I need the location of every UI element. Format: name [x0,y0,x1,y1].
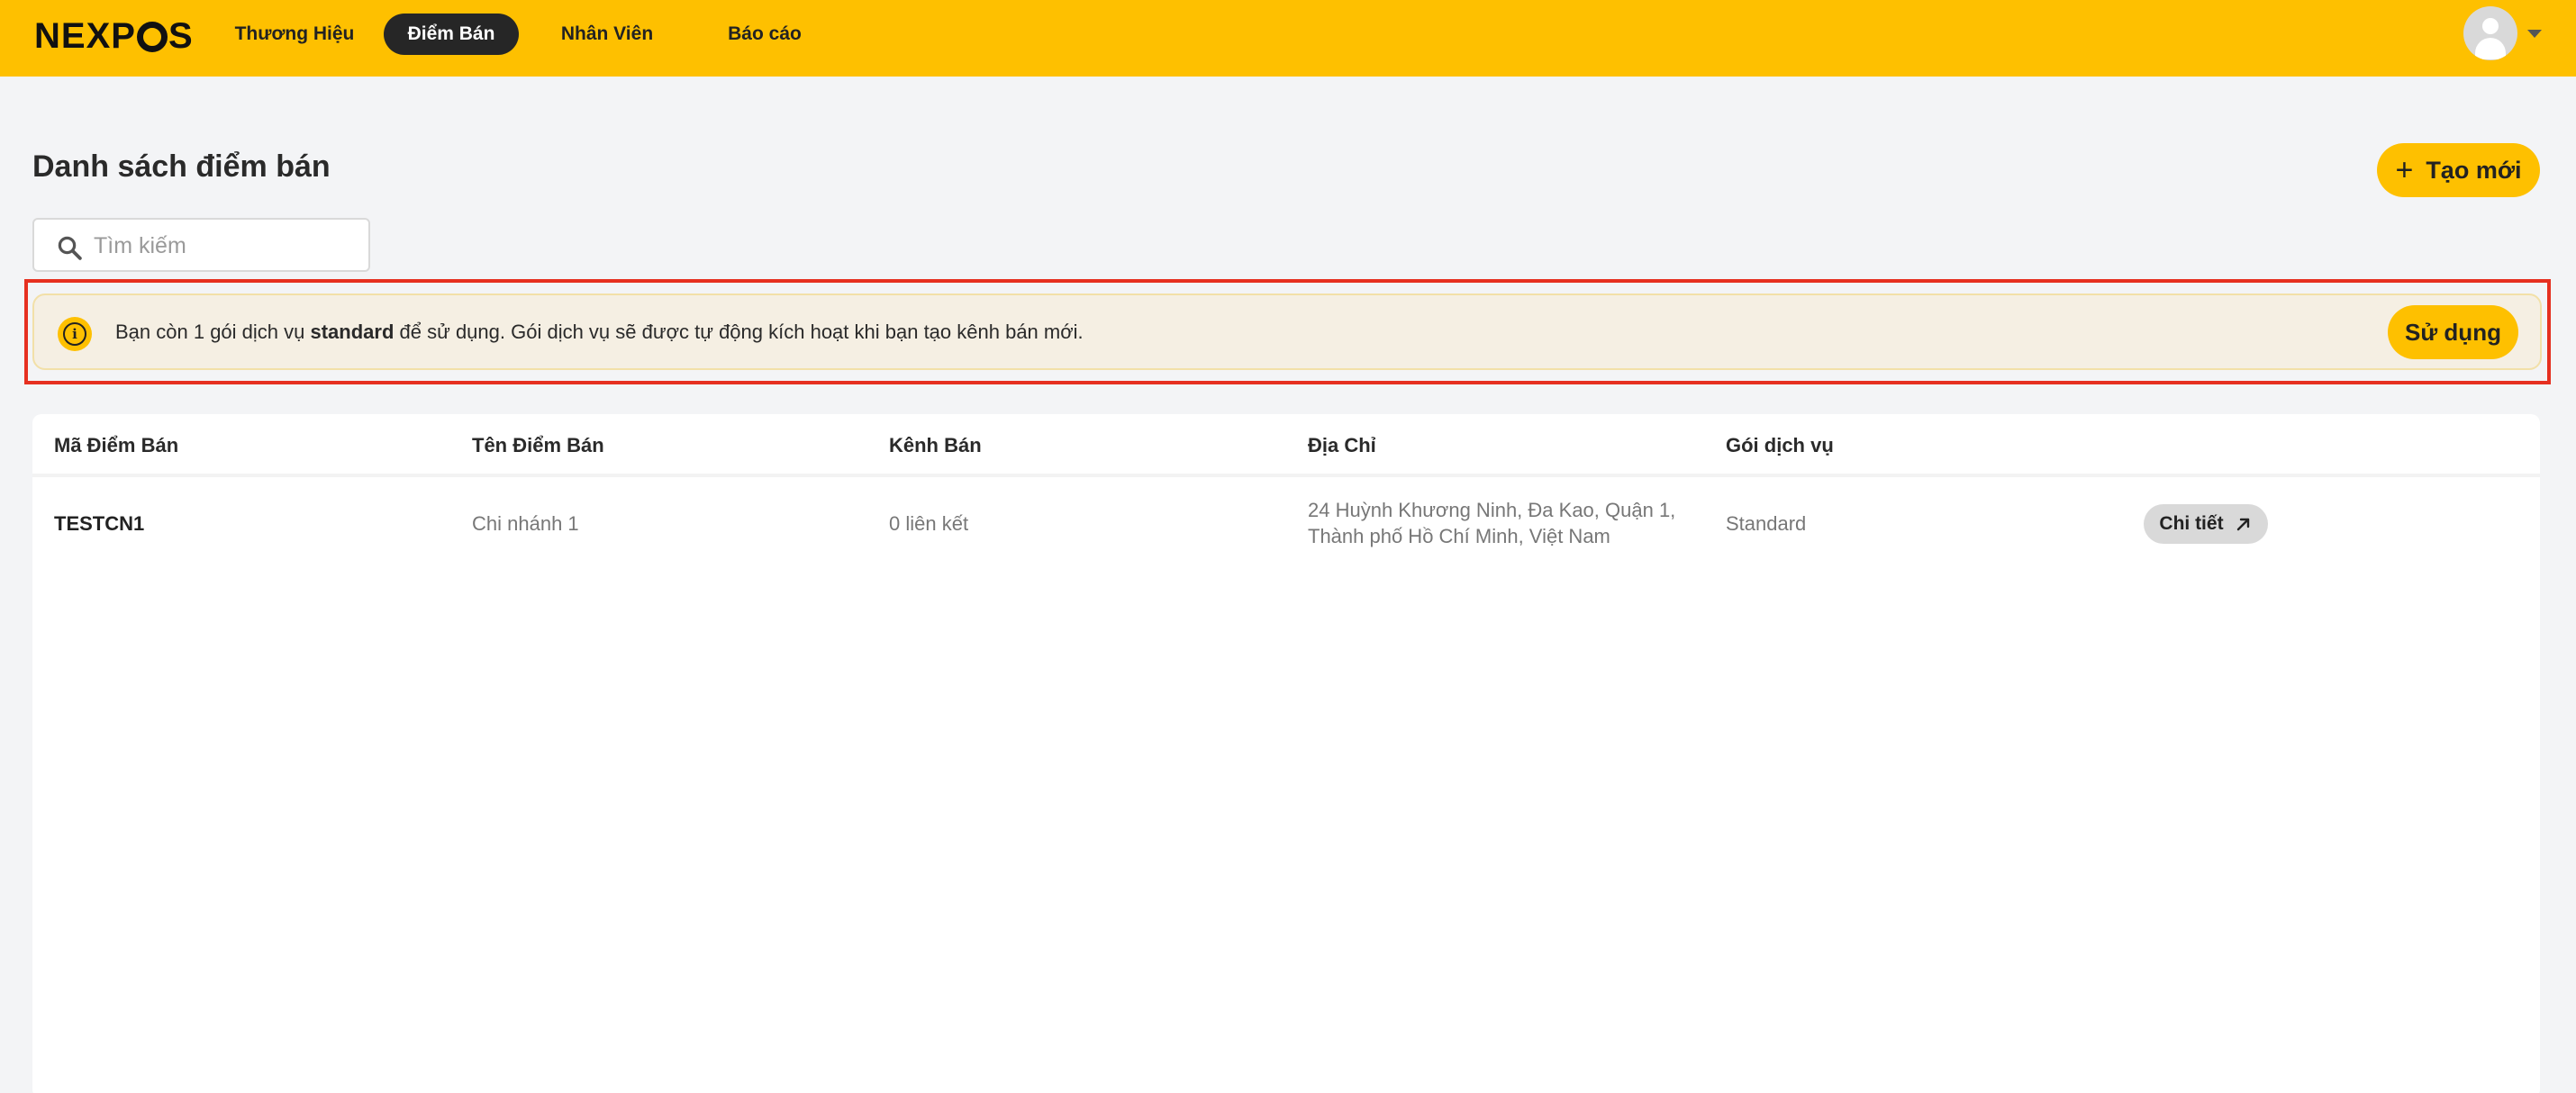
store-code: TESTCN1 [54,512,145,535]
store-channels: 0 liên kết [889,512,969,535]
logo-o-mark [136,22,168,52]
store-address: 24 Huỳnh Khương Ninh, Đa Kao, Quận 1, Th… [1308,499,1676,547]
table-header: Mã Điểm Bán Tên Điểm Bán Kênh Bán Địa Ch… [32,414,2540,477]
nav-item-thuong-hieu[interactable]: Thương Hiệu [229,14,360,55]
nav-item-diem-ban[interactable]: Điểm Bán [384,14,519,55]
top-navbar: NEX P S Thương Hiệu Điểm Bán Nhân Viên Báo… [0,0,2576,77]
caret-down-icon[interactable] [2527,30,2542,38]
search-icon [58,236,82,260]
create-new-label: Tạo mới [2426,156,2522,184]
store-name: Chi nhánh 1 [472,512,579,535]
avatar-body [2475,38,2506,59]
notice-message: Bạn còn 1 gói dịch vụ standard để sử dụn… [115,321,1084,343]
nav-item-nhan-vien[interactable]: Nhân Viên [543,14,671,55]
search-input[interactable] [94,229,355,263]
stores-table: Mã Điểm Bán Tên Điểm Bán Kênh Bán Địa Ch… [32,414,2540,1093]
detail-button[interactable]: Chi tiết [2144,504,2268,544]
use-service-button[interactable]: Sử dụng [2388,305,2518,359]
notice-plan-name: standard [310,321,395,343]
detail-label: Chi tiết [2159,513,2224,534]
nexpos-logo[interactable]: NEX P S [34,16,194,56]
nav-item-bao-cao[interactable]: Báo cáo [701,14,829,55]
col-header-name: Tên Điểm Bán [472,434,604,456]
page-title: Danh sách điểm bán [32,149,331,184]
col-header-code: Mã Điểm Bán [54,434,179,456]
col-header-plan: Gói dịch vụ [1726,434,1834,456]
avatar-head [2482,18,2499,34]
col-header-address: Địa Chỉ [1308,434,1376,456]
service-notice: i Bạn còn 1 gói dịch vụ standard để sử d… [32,294,2542,370]
store-plan: Standard [1726,512,1807,535]
plus-icon: + [2395,153,2414,187]
col-header-channels: Kênh Bán [889,434,982,456]
user-avatar[interactable] [2463,6,2517,60]
info-icon: i [58,317,92,351]
arrow-up-right-icon [2236,518,2249,531]
create-new-button[interactable]: + Tạo mới [2377,143,2540,197]
search-box [32,218,370,272]
